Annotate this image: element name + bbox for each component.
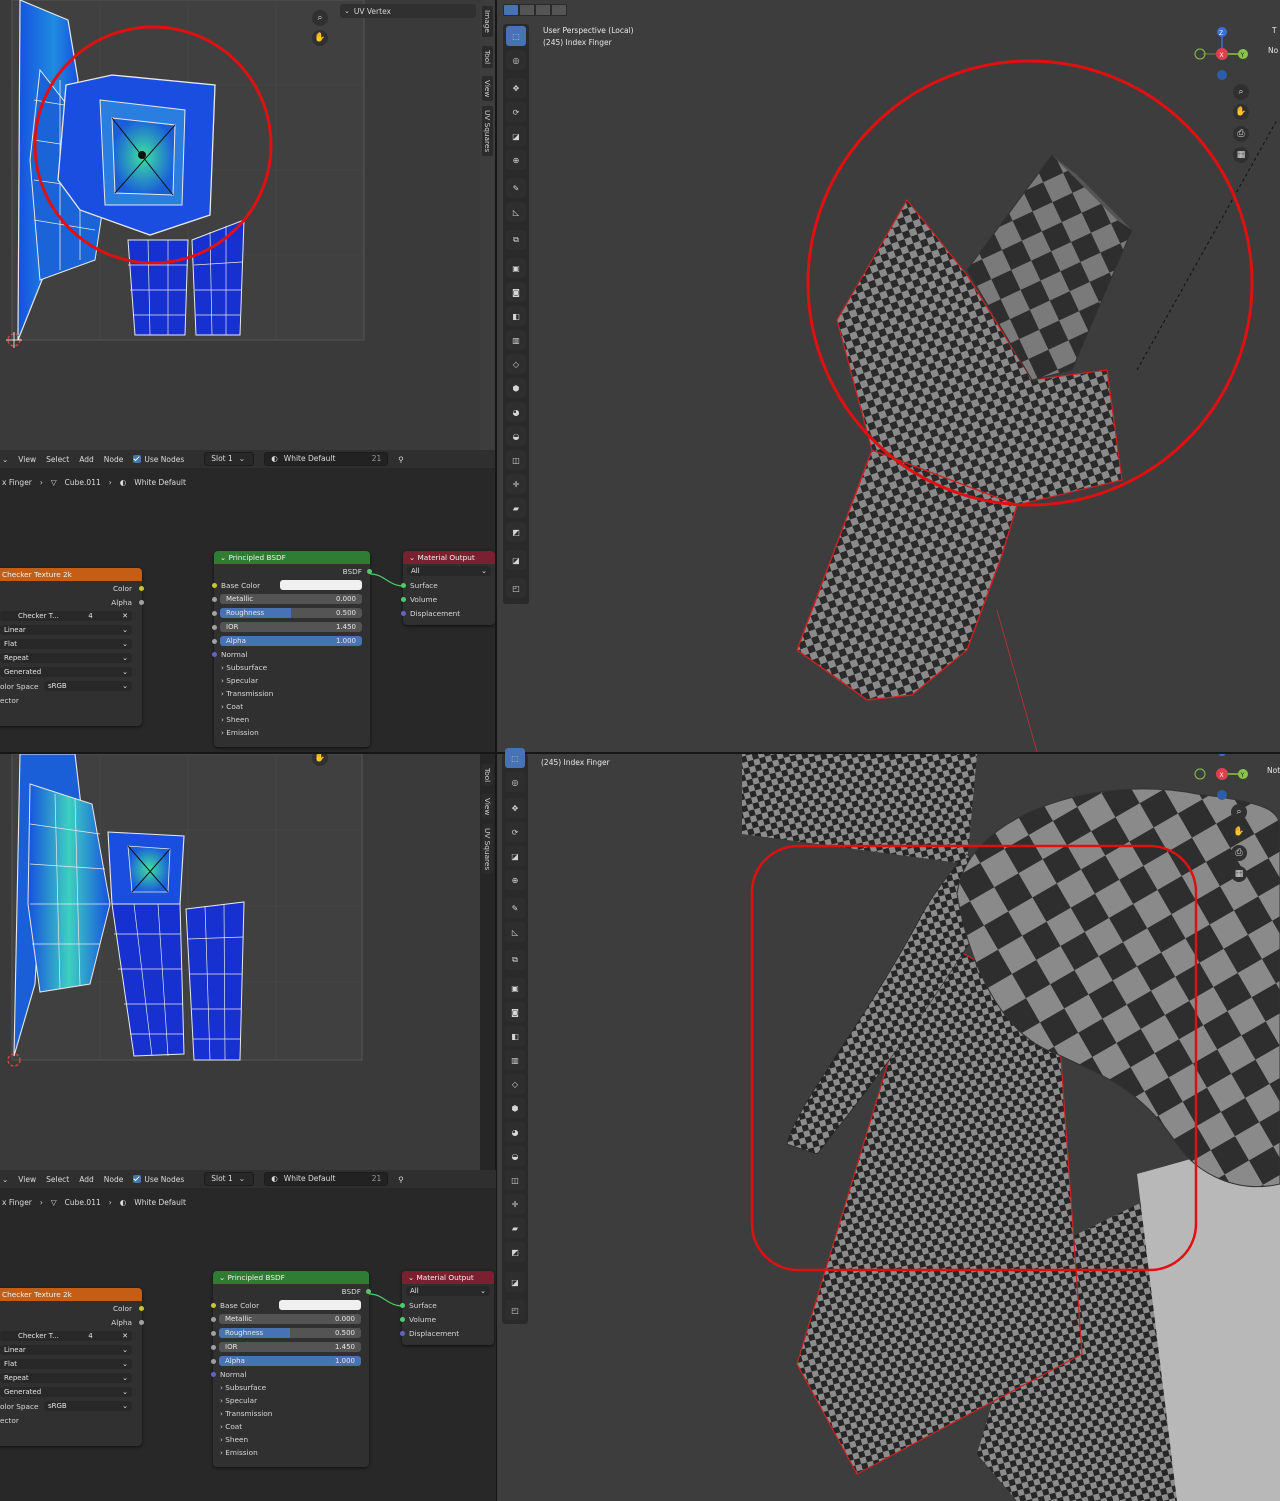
rip-icon[interactable]: ◩ (506, 522, 526, 542)
move-icon[interactable]: ✥ (506, 78, 526, 98)
rotate-icon[interactable]: ⟳ (506, 102, 526, 122)
annotate-icon[interactable]: ✎ (505, 898, 525, 918)
scale-icon[interactable]: ◪ (505, 846, 525, 866)
annotate-icon[interactable]: ✎ (506, 178, 526, 198)
edge-slide-icon[interactable]: ◫ (505, 1170, 525, 1190)
viewport-top[interactable]: User Perspective (Local) (245) Index Fin… (497, 0, 1280, 752)
cursor-icon[interactable]: ◎ (505, 772, 525, 792)
uv-vertex-label: UV Vertex (353, 6, 391, 16)
add-cube-icon[interactable]: ⧉ (505, 950, 525, 970)
magnify-icon[interactable]: ⌕ (312, 10, 328, 26)
uv-editor-top[interactable]: ⌕ ✋ ⌄ UV Vertex (0, 0, 480, 450)
measure-icon[interactable]: ◺ (505, 922, 525, 942)
select-mode-buttons[interactable] (503, 4, 567, 16)
toolbar-bottom: ⬚ ◎ ✥ ⟳ ◪ ⊕ ✎ ◺ ⧉ ▣ ◙ ◧ ▥ ◇ ⬢ ◕ ◒ ◫ ✛ ▰ … (502, 748, 528, 1324)
viewport-mode-label: User Perspective (Local) (543, 26, 634, 35)
smooth-icon[interactable]: ◒ (505, 1146, 525, 1166)
uv-mesh-bottom[interactable] (0, 754, 480, 1170)
tab-tool[interactable]: Tool (482, 764, 493, 787)
object-label: (245) Index Finger (543, 38, 612, 47)
scale-icon[interactable]: ◪ (506, 126, 526, 146)
grid-icon[interactable]: ▦ (1233, 147, 1249, 163)
svg-text:X: X (1220, 52, 1224, 59)
transform-icon[interactable]: ⊕ (505, 870, 525, 890)
navigation-gizmo[interactable]: X Y (1191, 754, 1251, 806)
rip-icon[interactable]: ◩ (505, 1242, 525, 1262)
sidebar-cutoff-label: Not (1267, 766, 1280, 775)
finger-model-top[interactable] (497, 0, 1280, 752)
uv-sidebar-header[interactable]: ⌄ UV Vertex (340, 4, 476, 18)
uv-tool-icon[interactable]: ◪ (505, 1272, 525, 1292)
loop-cut-icon[interactable]: ▥ (506, 330, 526, 350)
uv-tool-icon[interactable]: ◪ (506, 550, 526, 570)
select-box-icon[interactable]: ⬚ (505, 748, 525, 768)
corner-tool-icon[interactable]: ◰ (505, 1300, 525, 1320)
transform-icon[interactable]: ⊕ (506, 150, 526, 170)
tab-view[interactable]: View (482, 76, 493, 102)
node-link-top (369, 573, 405, 587)
tab-image[interactable]: Image (482, 6, 493, 37)
shear-icon[interactable]: ▰ (505, 1218, 525, 1238)
extrude-icon[interactable]: ▣ (505, 978, 525, 998)
object-label: (245) Index Finger (541, 758, 610, 767)
add-cube-icon[interactable]: ⧉ (506, 230, 526, 250)
measure-icon[interactable]: ◺ (506, 202, 526, 222)
viewport-bottom[interactable]: (245) Index Finger Not X Y ⌕ ✋ ⎙ ▦ (497, 754, 1280, 1501)
tab-view[interactable]: View (482, 794, 493, 820)
sidebar-cutoff-label-2: T (1272, 26, 1277, 35)
uv-editor-bottom[interactable]: ✋ (0, 754, 480, 1170)
cursor-icon[interactable]: ◎ (506, 50, 526, 70)
chevron-down-icon: ⌄ (344, 7, 350, 15)
hand-icon[interactable]: ✋ (312, 30, 328, 46)
smooth-icon[interactable]: ◒ (506, 426, 526, 446)
node-editor-top[interactable]: ⌄ View Select Add Node Use Nodes Slot 1 ⌄… (0, 450, 496, 752)
tab-tool[interactable]: Tool (482, 46, 493, 69)
svg-text:X: X (1220, 772, 1224, 779)
rotate-icon[interactable]: ⟳ (505, 822, 525, 842)
knife-icon[interactable]: ◇ (505, 1074, 525, 1094)
hand-icon[interactable]: ✋ (1233, 104, 1249, 120)
spin-icon[interactable]: ◕ (506, 402, 526, 422)
node-editor-bottom[interactable]: ⌄ View Select Add Node Use Nodes Slot 1 ⌄… (0, 1170, 496, 1501)
magnify-icon[interactable]: ⌕ (1233, 84, 1249, 100)
svg-text:Y: Y (1240, 52, 1245, 59)
svg-text:Z: Z (1219, 30, 1223, 37)
tab-uv-squares[interactable]: UV Squares (482, 106, 493, 157)
poly-build-icon[interactable]: ⬢ (506, 378, 526, 398)
navigation-gizmo[interactable]: Z X Y (1191, 24, 1251, 80)
bevel-icon[interactable]: ◧ (505, 1026, 525, 1046)
bevel-icon[interactable]: ◧ (506, 306, 526, 326)
toolbar-top: ⬚ ◎ ✥ ⟳ ◪ ⊕ ✎ ◺ ⧉ ▣ ◙ ◧ ▥ ◇ ⬢ ◕ ◒ ◫ ✛ ▰ … (503, 24, 529, 604)
uv-mesh-top[interactable] (0, 0, 480, 450)
spin-icon[interactable]: ◕ (505, 1122, 525, 1142)
shear-icon[interactable]: ▰ (506, 498, 526, 518)
shrink-icon[interactable]: ✛ (505, 1194, 525, 1214)
edge-slide-icon[interactable]: ◫ (506, 450, 526, 470)
inset-icon[interactable]: ◙ (506, 282, 526, 302)
svg-text:Y: Y (1240, 772, 1245, 779)
select-box-icon[interactable]: ⬚ (506, 26, 526, 46)
knife-icon[interactable]: ◇ (506, 354, 526, 374)
tab-uv-squares[interactable]: UV Squares (482, 824, 493, 875)
grid-icon[interactable]: ▦ (1231, 866, 1247, 882)
sidebar-cutoff-label: No (1268, 46, 1279, 55)
camera-icon[interactable]: ⎙ (1233, 126, 1249, 142)
hand-icon[interactable]: ✋ (1231, 824, 1247, 840)
move-icon[interactable]: ✥ (505, 798, 525, 818)
extrude-icon[interactable]: ▣ (506, 258, 526, 278)
poly-build-icon[interactable]: ⬢ (505, 1098, 525, 1118)
magnify-icon[interactable]: ⌕ (1231, 804, 1247, 820)
node-link-bottom (368, 1293, 404, 1307)
hand-model-bottom[interactable] (497, 754, 1280, 1501)
loop-cut-icon[interactable]: ▥ (505, 1050, 525, 1070)
corner-tool-icon[interactable]: ◰ (506, 578, 526, 598)
inset-icon[interactable]: ◙ (505, 1002, 525, 1022)
camera-icon[interactable]: ⎙ (1231, 845, 1247, 861)
shrink-icon[interactable]: ✛ (506, 474, 526, 494)
